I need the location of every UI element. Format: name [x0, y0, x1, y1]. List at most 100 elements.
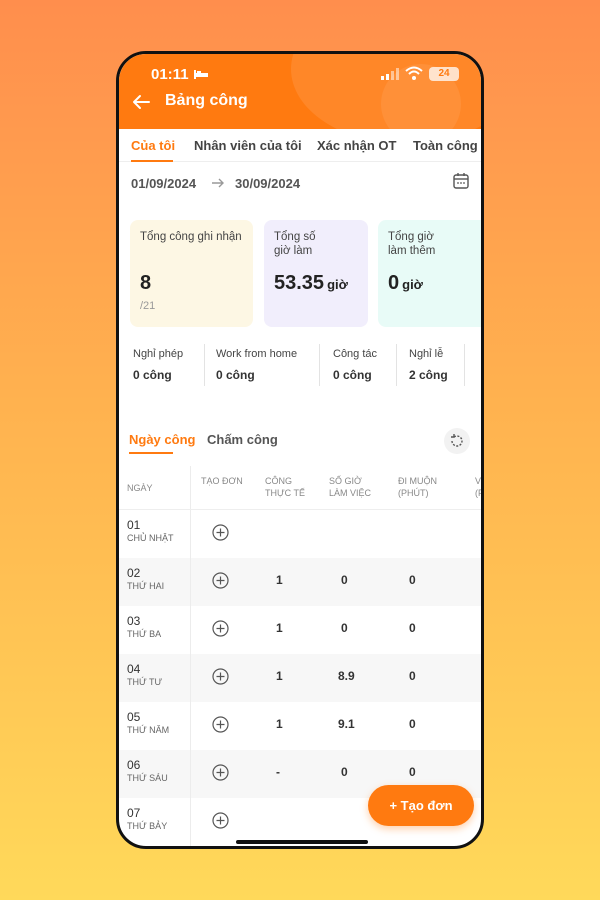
status-time: 01:11	[151, 66, 189, 83]
battery-indicator: 24	[429, 67, 459, 81]
card-tong-gio-lam-them: Tổng giờ làm thêm 0 giờ	[378, 220, 481, 327]
stat-value: 2 công	[409, 368, 448, 382]
column-divider	[190, 510, 191, 558]
day-number: 03	[127, 614, 141, 628]
add-circle-icon[interactable]	[212, 764, 229, 781]
day-number: 02	[127, 566, 141, 580]
stat-label: Công tác	[333, 348, 378, 360]
tab-toan-cong-ty[interactable]: Toàn công ty	[413, 138, 481, 153]
card-unit: giờ	[327, 277, 348, 292]
add-circle-icon[interactable]	[212, 620, 229, 637]
day-number: 04	[127, 662, 141, 676]
stat-label: Nghỉ lễ	[409, 348, 444, 360]
stat-cong-tac: Công tác 0 công	[333, 340, 377, 388]
card-label: Tổng giờ làm thêm	[388, 231, 436, 257]
table-row[interactable]: 04 THỨ TƯ 1 8.9 0	[119, 654, 481, 702]
calendar-icon[interactable]	[453, 172, 469, 189]
divider	[204, 344, 205, 386]
stat-nghi-phep: Nghỉ phép 0 công	[133, 340, 183, 388]
column-divider	[190, 606, 191, 654]
card-value-number: 0	[388, 272, 400, 294]
stat-label: Work from home	[216, 348, 298, 360]
stat-value: 0 công	[333, 368, 372, 382]
sub-tabs: Ngày công Chấm công	[119, 426, 481, 466]
column-divider	[190, 654, 191, 702]
column-divider	[190, 798, 191, 846]
card-value: 0 giờ	[388, 272, 423, 295]
tab-xac-nhan-ot[interactable]: Xác nhận OT	[317, 138, 396, 153]
th-cong-thuc-te: CÔNG THỰC TẾ	[265, 476, 306, 498]
add-circle-icon[interactable]	[212, 812, 229, 829]
card-value: 8	[140, 272, 151, 295]
cell-gio: 0	[341, 765, 348, 779]
table-row[interactable]: 02 THỨ HAI 1 0 0	[119, 558, 481, 606]
card-tong-cong: Tổng công ghi nhận 8 /21	[130, 220, 253, 327]
day-number: 06	[127, 758, 141, 772]
weekday: THỨ TƯ	[127, 677, 163, 687]
cell-cong: 1	[276, 621, 283, 635]
cell-muon: 0	[409, 765, 416, 779]
stat-work-from-home: Work from home 0 công	[216, 340, 297, 388]
page-title: Bảng công	[165, 92, 248, 109]
card-label: Tổng số giờ làm	[274, 231, 316, 257]
add-circle-icon[interactable]	[212, 524, 229, 541]
add-circle-icon[interactable]	[212, 668, 229, 685]
weekday: CHỦ NHẬT	[127, 533, 174, 543]
th-di-muon: ĐI MUỘN (PHÚT)	[398, 476, 437, 498]
cell-muon: 0	[409, 669, 416, 683]
date-from[interactable]: 01/09/2024	[131, 176, 196, 191]
card-value: 53.35 giờ	[274, 272, 348, 295]
card-value-number: 53.35	[274, 272, 325, 294]
cell-muon: 0	[409, 573, 416, 587]
th-ngay: NGÀY	[127, 483, 153, 493]
add-circle-icon[interactable]	[212, 572, 229, 589]
refresh-button[interactable]	[444, 428, 470, 454]
signal-icon	[381, 68, 399, 80]
date-range[interactable]: 01/09/2024 30/09/2024	[119, 162, 481, 202]
stat-nghi-le: Nghỉ lễ 2 công	[409, 340, 448, 388]
divider	[319, 344, 320, 386]
cell-gio: 8.9	[338, 669, 355, 683]
stat-value: 0 công	[216, 368, 255, 382]
weekday: THỨ SÁU	[127, 773, 168, 783]
date-to[interactable]: 30/09/2024	[235, 176, 300, 191]
subtab-ngay-cong[interactable]: Ngày công	[129, 432, 195, 447]
table-row[interactable]: 05 THỨ NĂM 1 9.1 0	[119, 702, 481, 750]
weekday: THỨ BA	[127, 629, 162, 639]
th-cut-off: V (P	[475, 476, 484, 498]
table-header: NGÀY TẠO ĐƠN CÔNG THỰC TẾ SỐ GIỜ LÀM VIỆ…	[119, 466, 481, 510]
day-number: 05	[127, 710, 141, 724]
column-divider	[190, 558, 191, 606]
divider	[396, 344, 397, 386]
cell-gio: 9.1	[338, 717, 355, 731]
card-tong-gio-lam: Tổng số giờ làm 53.35 giờ	[264, 220, 368, 327]
tab-cua-toi[interactable]: Của tôi	[131, 138, 175, 153]
cell-cong: 1	[276, 573, 283, 587]
home-indicator	[236, 840, 368, 844]
weekday: THỨ BẢY	[127, 821, 168, 831]
weekday: THỨ HAI	[127, 581, 165, 591]
cell-cong: -	[276, 765, 280, 779]
column-divider	[190, 466, 191, 509]
card-sub: /21	[140, 300, 156, 312]
table-row[interactable]: 01 CHỦ NHẬT	[119, 510, 481, 558]
create-request-button[interactable]: + Tạo đơn	[368, 785, 474, 826]
cell-muon: 0	[409, 621, 416, 635]
card-unit: giờ	[402, 277, 423, 292]
table-row[interactable]: 03 THỨ BA 1 0 0	[119, 606, 481, 654]
tab-nhan-vien[interactable]: Nhân viên của tôi	[194, 138, 302, 153]
add-circle-icon[interactable]	[212, 716, 229, 733]
cell-gio: 0	[341, 621, 348, 635]
column-divider	[190, 702, 191, 750]
top-tabs: Của tôi Nhân viên của tôi Xác nhận OT To…	[119, 129, 481, 162]
stat-label: Nghỉ phép	[133, 348, 184, 360]
divider	[464, 344, 465, 386]
cell-cong: 1	[276, 717, 283, 731]
cell-cong: 1	[276, 669, 283, 683]
th-so-gio: SỐ GIỜ LÀM VIỆC	[329, 476, 372, 498]
arrow-right-icon	[212, 178, 224, 188]
back-arrow-icon[interactable]	[131, 92, 151, 112]
subtab-cham-cong[interactable]: Chấm công	[207, 432, 278, 447]
card-label: Tổng công ghi nhận	[140, 231, 242, 243]
column-divider	[190, 750, 191, 798]
